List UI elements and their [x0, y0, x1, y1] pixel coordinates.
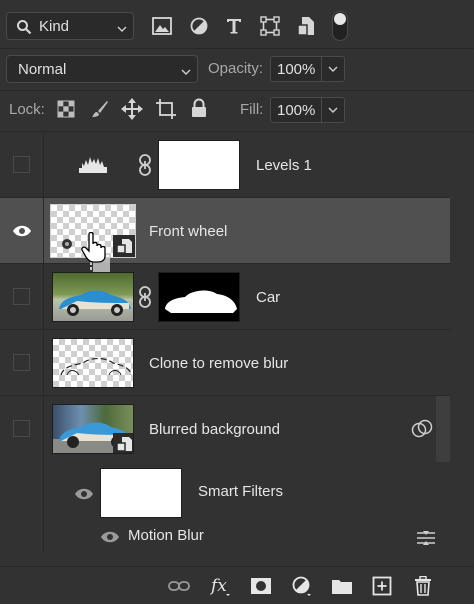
layer-mask-thumbnail[interactable]: [158, 272, 240, 322]
filter-toggle-icon[interactable]: [332, 11, 348, 41]
smart-filter-mask-thumbnail[interactable]: [100, 468, 182, 518]
layers-bottom-bar: fx: [0, 566, 474, 604]
layer-name[interactable]: Blurred background: [149, 421, 280, 438]
filter-row-motion-blur[interactable]: Motion Blur: [44, 522, 450, 552]
layer-name[interactable]: Levels 1: [256, 157, 312, 174]
new-adjustment-icon[interactable]: [291, 575, 313, 597]
eye-icon[interactable]: [74, 487, 94, 506]
fill-label: Fill:: [240, 101, 264, 118]
fx-icon[interactable]: fx: [210, 575, 232, 597]
scrollbar-thumb[interactable]: [436, 396, 450, 462]
eye-icon[interactable]: [12, 224, 32, 243]
layer-name[interactable]: Clone to remove blur: [149, 355, 288, 372]
layer-name[interactable]: Car: [256, 289, 280, 306]
layer-thumbnail[interactable]: [52, 404, 134, 454]
lock-artboard-icon[interactable]: [155, 98, 177, 120]
chevron-down-icon[interactable]: [321, 57, 344, 81]
layer-row-levels-1[interactable]: Levels 1: [0, 132, 450, 198]
smart-filters-indicator-icon[interactable]: [411, 419, 433, 444]
type-filter-icon[interactable]: [222, 14, 246, 38]
lock-transparent-icon[interactable]: [57, 100, 77, 120]
svg-text:fx: fx: [210, 576, 227, 596]
opacity-label: Opacity:: [208, 60, 264, 77]
link-icon[interactable]: [138, 153, 152, 182]
layer-thumbnail[interactable]: [52, 338, 134, 388]
add-mask-icon[interactable]: [250, 575, 272, 597]
lock-position-icon[interactable]: [121, 98, 143, 120]
opacity-value: 100%: [277, 61, 316, 78]
layer-row-front-wheel[interactable]: Front wheel: [0, 198, 450, 275]
image-filter-icon[interactable]: [150, 14, 174, 38]
blend-mode-label: Normal: [18, 61, 67, 78]
filter-name[interactable]: Motion Blur: [128, 527, 204, 544]
smart-filters-row[interactable]: Smart Filters: [44, 462, 450, 522]
visibility-toggle[interactable]: [13, 354, 30, 371]
layer-mask-thumbnail[interactable]: [158, 140, 240, 190]
layer-row-car[interactable]: Car: [0, 264, 450, 330]
chevron-down-icon[interactable]: [321, 98, 344, 122]
layer-name[interactable]: Front wheel: [149, 223, 227, 240]
wheel-icon: [61, 237, 73, 255]
layers-list: Levels 1 Front wheel Car Clone to remove…: [0, 132, 474, 552]
visibility-toggle[interactable]: [13, 288, 30, 305]
layer-thumbnail[interactable]: [52, 272, 134, 322]
smart-object-badge-icon: [113, 235, 135, 257]
blend-mode-select[interactable]: Normal: [6, 55, 198, 83]
blending-options-icon[interactable]: [416, 530, 436, 551]
link-icon[interactable]: [138, 285, 152, 314]
new-group-icon[interactable]: [331, 575, 353, 597]
levels-adjustment-icon: [78, 154, 108, 179]
smart-filters-label: Smart Filters: [198, 483, 284, 500]
layer-row-blurred-background[interactable]: Blurred background: [0, 396, 450, 552]
delete-layer-icon[interactable]: [412, 575, 434, 597]
lock-all-icon[interactable]: [190, 98, 210, 120]
link-layers-icon[interactable]: [168, 575, 190, 597]
smart-object-filter-icon[interactable]: [294, 14, 318, 38]
fill-field[interactable]: 100%: [270, 97, 345, 123]
search-icon: [16, 19, 32, 40]
chevron-down-icon: [117, 21, 127, 39]
smart-object-badge-icon: [113, 433, 133, 453]
shape-filter-icon[interactable]: [258, 14, 282, 38]
new-layer-icon[interactable]: [371, 575, 393, 597]
layer-row-clone-to-remove-blur[interactable]: Clone to remove blur: [0, 330, 450, 396]
chevron-down-icon: [181, 64, 191, 82]
visibility-toggle[interactable]: [13, 420, 30, 437]
fill-value: 100%: [277, 102, 316, 119]
eye-icon[interactable]: [100, 530, 120, 549]
filter-kind-label: Kind: [39, 18, 70, 35]
adjustment-filter-icon[interactable]: [187, 14, 211, 38]
visibility-toggle[interactable]: [13, 156, 30, 173]
opacity-field[interactable]: 100%: [270, 56, 345, 82]
lock-paint-icon[interactable]: [90, 99, 110, 119]
lock-label: Lock:: [9, 101, 45, 118]
filter-kind-select[interactable]: Kind: [6, 12, 134, 40]
